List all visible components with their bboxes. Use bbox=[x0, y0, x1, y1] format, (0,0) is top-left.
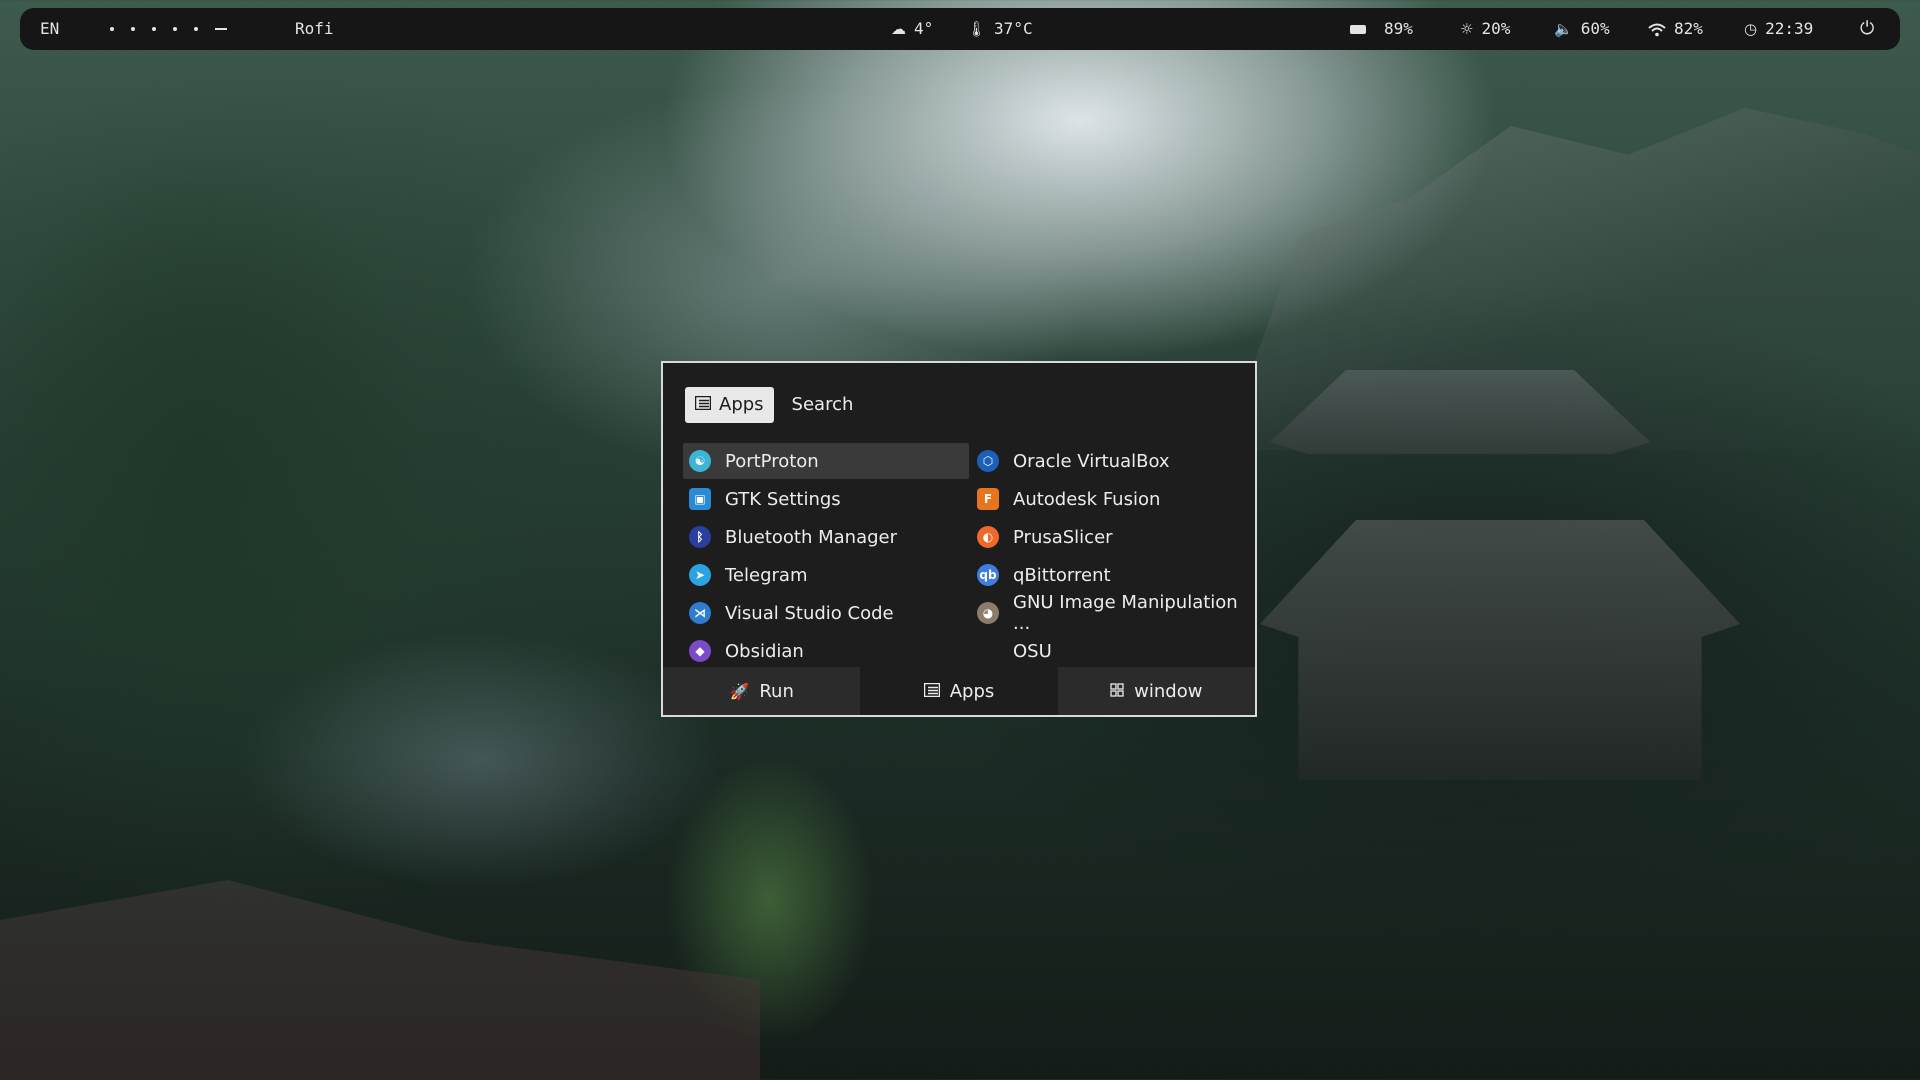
battery-value: 89% bbox=[1384, 19, 1413, 38]
portproton-icon: ☯ bbox=[689, 450, 711, 472]
mode-switcher: Apps Search bbox=[685, 387, 863, 423]
wallpaper-forest bbox=[0, 60, 560, 960]
weather-widget[interactable]: ☁ 4° bbox=[891, 8, 933, 50]
tab-window-label: window bbox=[1134, 680, 1203, 702]
temperature-value: 37°C bbox=[994, 19, 1033, 38]
weather-value: 4° bbox=[914, 19, 934, 38]
workspace-dot[interactable] bbox=[194, 27, 198, 31]
workspace-dot[interactable] bbox=[110, 27, 114, 31]
bluetooth-icon: ᛒ bbox=[689, 526, 711, 548]
volume-widget[interactable]: 🔈 60% bbox=[1554, 8, 1610, 50]
thermometer-icon: 🌡 bbox=[967, 20, 987, 38]
app-entry-gimp[interactable]: ◕ GNU Image Manipulation ... bbox=[971, 592, 1257, 634]
prusaslicer-icon: ◐ bbox=[977, 526, 999, 548]
wifi-icon bbox=[1648, 8, 1666, 50]
apps-list-icon bbox=[923, 682, 940, 701]
app-entry-label: Telegram bbox=[725, 564, 808, 586]
tab-run-label: Run bbox=[759, 680, 794, 702]
app-entry-portproton[interactable]: ☯ PortProton bbox=[683, 443, 969, 479]
wallpaper-rocks bbox=[0, 880, 760, 1080]
workspace-dot[interactable] bbox=[152, 27, 156, 31]
temperature-widget[interactable]: 🌡 37°C bbox=[967, 8, 1033, 50]
battery-icon bbox=[1350, 25, 1366, 34]
wallpaper-temple-roof-lower bbox=[1260, 520, 1740, 780]
app-entry-label: GTK Settings bbox=[725, 488, 841, 510]
mode-apps-label: Apps bbox=[719, 394, 764, 415]
app-entry-bluetooth-manager[interactable]: ᛒ Bluetooth Manager bbox=[683, 519, 969, 555]
app-entry-label: qBittorrent bbox=[1013, 564, 1111, 586]
power-icon: ⏻ bbox=[1860, 18, 1875, 39]
wallpaper-temple-roof-upper bbox=[1270, 370, 1650, 454]
top-bar: EN Rofi ☁ 4° 🌡 37°C 89% ☼ 20% 🔈 60% 82% ◷ 22:… bbox=[20, 8, 1900, 50]
app-entry-label: Oracle VirtualBox bbox=[1013, 450, 1170, 472]
window-grid-icon bbox=[1110, 682, 1124, 701]
brightness-icon: ☼ bbox=[1460, 20, 1474, 38]
language-indicator[interactable]: EN bbox=[40, 8, 59, 50]
workspace-dot[interactable] bbox=[131, 27, 135, 31]
window-title: Rofi bbox=[295, 19, 334, 38]
wifi-value: 82% bbox=[1674, 19, 1703, 38]
workspace-indicator[interactable] bbox=[110, 8, 227, 50]
app-entry-obsidian[interactable]: ◆ Obsidian bbox=[683, 633, 969, 669]
obsidian-icon: ◆ bbox=[689, 640, 711, 662]
brightness-widget[interactable]: ☼ 20% bbox=[1460, 8, 1510, 50]
clock-icon: ◷ bbox=[1744, 20, 1758, 38]
osu-icon bbox=[977, 640, 999, 662]
app-entry-qbittorrent[interactable]: qb qBittorrent bbox=[971, 557, 1257, 593]
clock-value: 22:39 bbox=[1765, 19, 1814, 38]
tab-apps[interactable]: Apps bbox=[860, 667, 1058, 715]
app-entry-label: PrusaSlicer bbox=[1013, 526, 1113, 548]
app-entry-osu[interactable]: OSU bbox=[971, 633, 1257, 669]
app-entry-label: Visual Studio Code bbox=[725, 602, 894, 624]
power-button[interactable]: ⏻ bbox=[1860, 8, 1874, 50]
gtk-settings-icon: ▣ bbox=[689, 488, 711, 510]
app-entry-label: Autodesk Fusion bbox=[1013, 488, 1161, 510]
telegram-icon: ➤ bbox=[689, 564, 711, 586]
cloud-icon: ☁ bbox=[891, 20, 906, 38]
mode-tabs: 🚀 Run Apps window bbox=[663, 667, 1255, 715]
workspace-active[interactable] bbox=[215, 28, 227, 30]
tab-window[interactable]: window bbox=[1057, 667, 1255, 715]
mode-search-label: Search bbox=[791, 394, 854, 415]
app-entry-autodesk-fusion[interactable]: F Autodesk Fusion bbox=[971, 481, 1257, 517]
clock-widget[interactable]: ◷ 22:39 bbox=[1744, 8, 1813, 50]
gimp-icon: ◕ bbox=[977, 602, 999, 624]
workspace-dot[interactable] bbox=[173, 27, 177, 31]
app-entry-prusaslicer[interactable]: ◐ PrusaSlicer bbox=[971, 519, 1257, 555]
mode-apps-button[interactable]: Apps bbox=[685, 387, 774, 423]
app-entry-oracle-virtualbox[interactable]: ⬡ Oracle VirtualBox bbox=[971, 443, 1257, 479]
mode-search-button[interactable]: Search bbox=[782, 387, 864, 423]
app-entry-label: PortProton bbox=[725, 450, 819, 472]
app-entry-telegram[interactable]: ➤ Telegram bbox=[683, 557, 969, 593]
apps-list-icon bbox=[694, 387, 712, 423]
brightness-value: 20% bbox=[1481, 19, 1511, 38]
app-entry-label: Obsidian bbox=[725, 640, 804, 662]
wallpaper-moss bbox=[640, 720, 900, 1080]
volume-value: 60% bbox=[1580, 19, 1610, 38]
battery-widget[interactable]: 89% bbox=[1350, 8, 1413, 50]
virtualbox-icon: ⬡ bbox=[977, 450, 999, 472]
qbittorrent-icon: qb bbox=[977, 564, 999, 586]
autodesk-fusion-icon: F bbox=[977, 488, 999, 510]
app-entry-label: OSU bbox=[1013, 640, 1052, 662]
rocket-icon: 🚀 bbox=[729, 681, 750, 701]
vscode-icon: ⋊ bbox=[689, 602, 711, 624]
app-entry-gtk-settings[interactable]: ▣ GTK Settings bbox=[683, 481, 969, 517]
wifi-widget[interactable]: 82% bbox=[1648, 8, 1703, 50]
wallpaper-cliff bbox=[1222, 108, 1920, 450]
volume-icon: 🔈 bbox=[1554, 20, 1573, 38]
tab-apps-label: Apps bbox=[949, 680, 995, 702]
tab-run[interactable]: 🚀 Run bbox=[663, 667, 861, 715]
app-entry-visual-studio-code[interactable]: ⋊ Visual Studio Code bbox=[683, 595, 969, 631]
app-entry-label: Bluetooth Manager bbox=[725, 526, 898, 548]
app-entry-label: GNU Image Manipulation ... bbox=[1013, 592, 1238, 634]
rofi-launcher: Apps Search ☯ PortProton ▣ GTK Settings … bbox=[661, 361, 1257, 717]
